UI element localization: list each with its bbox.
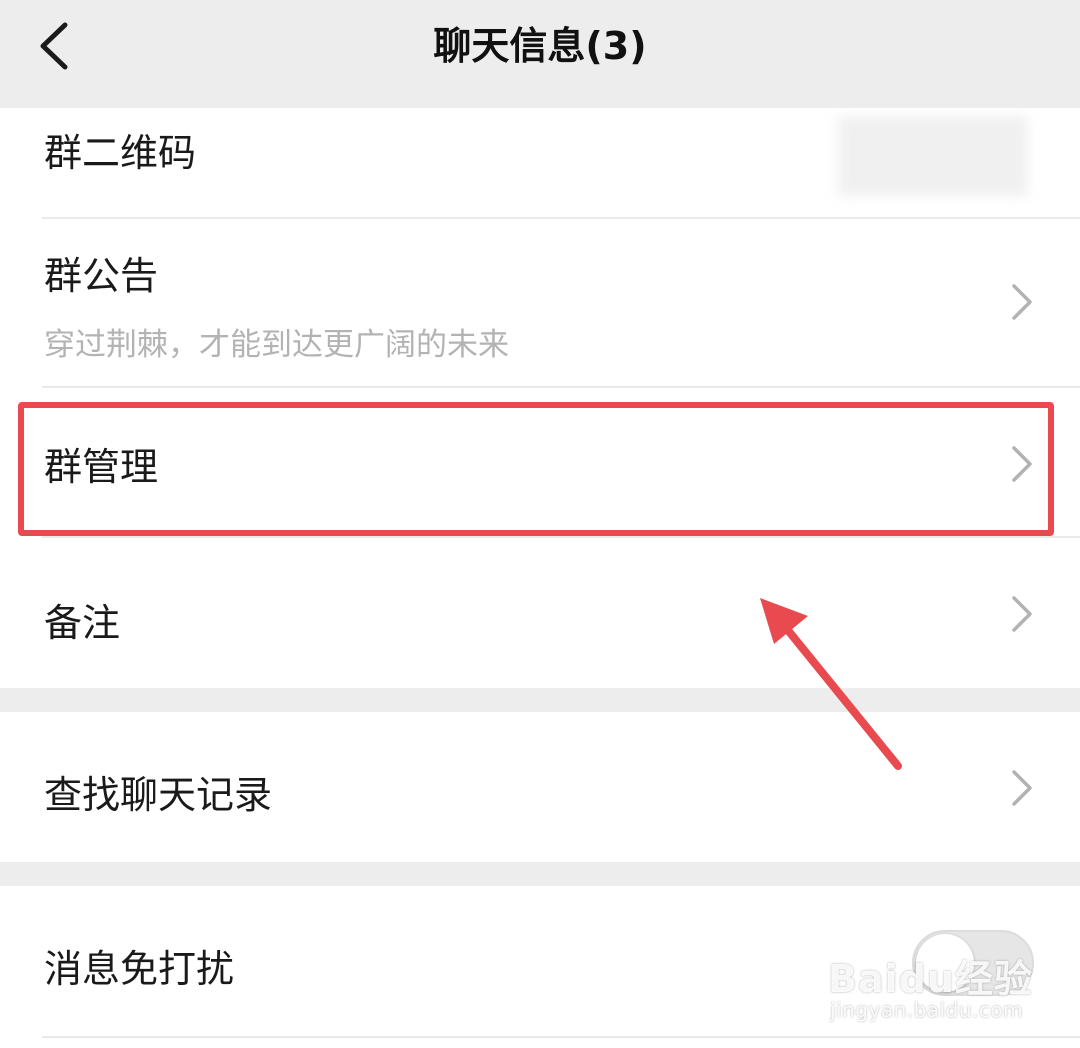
annotation-arrow-icon [760, 598, 902, 770]
row-qr-code[interactable]: 群二维码 [0, 108, 1080, 218]
row-remark-label: 备注 [44, 601, 121, 645]
divider [42, 1036, 1080, 1038]
page-title: 聊天信息(3) [433, 24, 647, 68]
row-announcement-subtitle: 穿过荆棘，才能到达更广阔的未来 [44, 327, 509, 363]
watermark-url: jingyan.baidu.com [830, 998, 1024, 1022]
row-mute-label: 消息免打扰 [44, 947, 235, 991]
watermark-logo: Baidu经验 [828, 957, 1033, 1001]
chevron-right-icon [1012, 284, 1032, 320]
baidu-jingyan-watermark: Baidu经验 jingyan.baidu.com [828, 948, 1058, 1028]
chevron-right-icon [1012, 596, 1032, 632]
row-search-history-label: 查找聊天记录 [44, 773, 273, 817]
row-announcement-label: 群公告 [44, 254, 159, 298]
chevron-right-icon [1012, 770, 1032, 806]
row-announcement[interactable]: 群公告 穿过荆棘，才能到达更广阔的未来 [0, 219, 1080, 385]
blurred-region [838, 116, 1028, 196]
highlight-box [18, 402, 1054, 536]
row-qr-code-label: 群二维码 [44, 131, 197, 175]
chat-info-screen: 聊天信息(3) 群二维码 群公告 穿过荆棘，才能到达更广阔的未来 群管理 备注 … [0, 0, 1080, 1048]
nav-header: 聊天信息(3) [0, 0, 1080, 108]
